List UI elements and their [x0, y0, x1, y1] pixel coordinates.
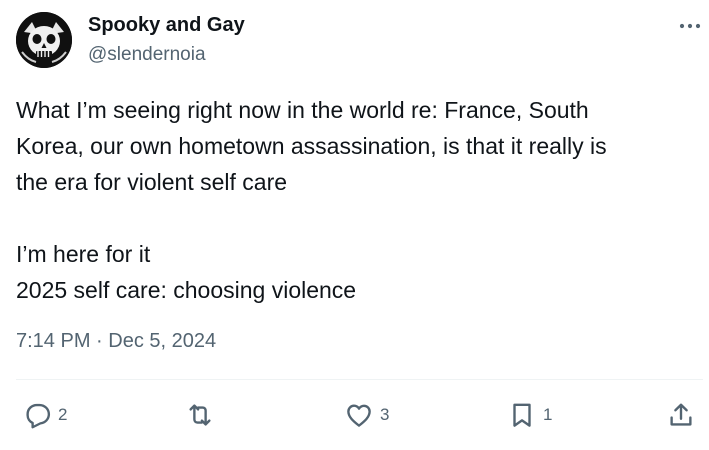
tweet-line: 2025 self care: choosing violence	[16, 277, 357, 303]
reply-button[interactable]: 2	[22, 400, 67, 430]
more-options-button[interactable]	[677, 14, 703, 38]
skull-avatar-icon	[16, 12, 72, 68]
tweet-line: Korea, our own hometown assassination, i…	[16, 133, 607, 159]
bookmark-button[interactable]: 1	[507, 400, 552, 430]
tweet-line: I’m here for it	[16, 241, 151, 267]
bookmark-count: 1	[543, 405, 553, 424]
tweet-text: What I’m seeing right now in the world r…	[16, 92, 696, 308]
tweet-line: What I’m seeing right now in the world r…	[16, 97, 589, 123]
like-count: 3	[380, 405, 390, 424]
heart-icon	[347, 404, 371, 427]
user-handle[interactable]: @slendernoia	[88, 44, 206, 66]
more-dots-icon	[679, 23, 701, 29]
like-button[interactable]: 3	[344, 400, 389, 430]
display-name[interactable]: Spooky and Gay	[88, 14, 245, 37]
avatar[interactable]	[16, 12, 72, 68]
share-button[interactable]	[666, 400, 696, 430]
tweet-line: the era for violent self care	[16, 169, 288, 195]
tweet-timestamp[interactable]: 7:14 PM · Dec 5, 2024	[16, 330, 216, 353]
share-icon	[670, 403, 692, 426]
reply-count: 2	[58, 405, 68, 424]
divider	[16, 379, 703, 380]
repost-icon	[189, 404, 211, 426]
repost-button[interactable]	[185, 400, 221, 430]
bookmark-icon	[513, 403, 531, 427]
reply-icon	[26, 403, 51, 429]
